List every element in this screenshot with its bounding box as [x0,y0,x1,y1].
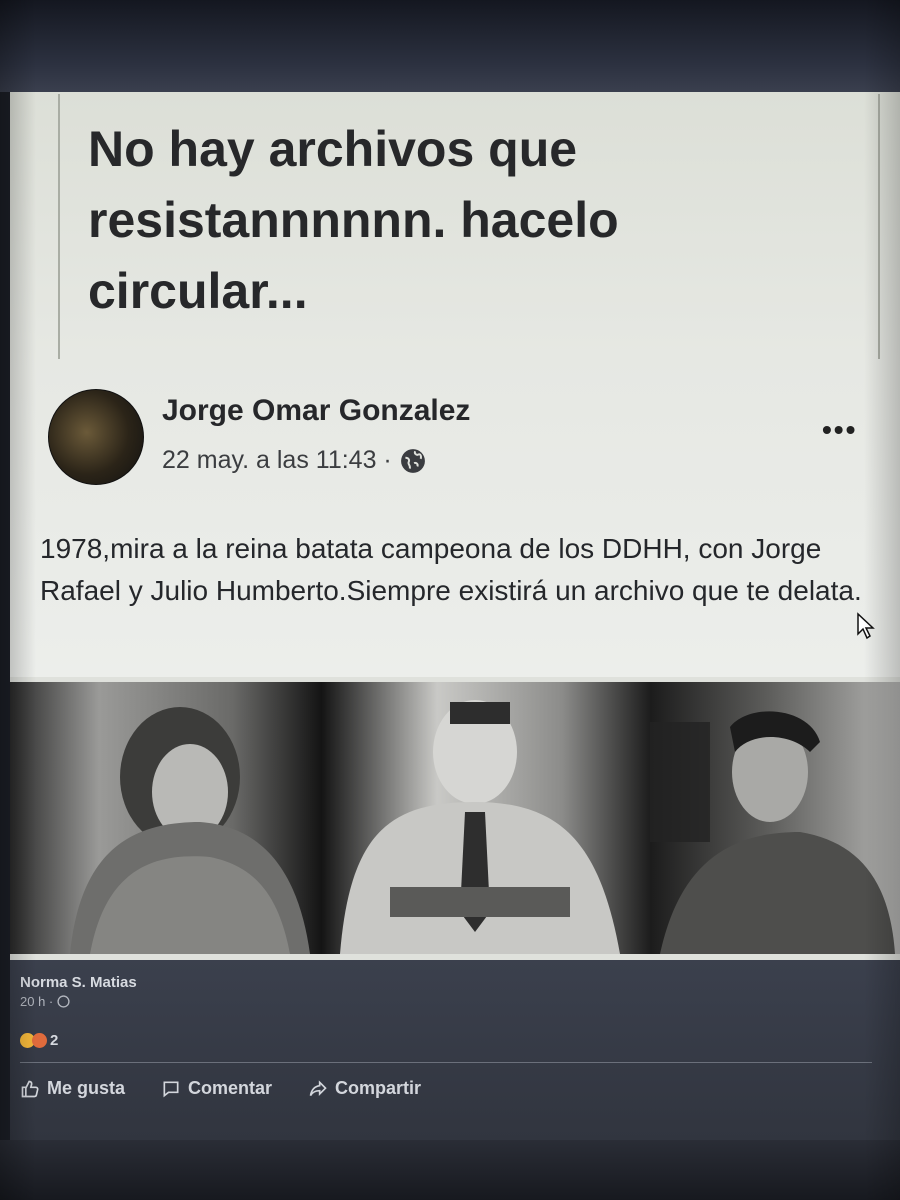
sharer-footer: Norma S. Matias 20 h · 2 Me gusta Coment… [10,960,900,1140]
post-text: 1978,mira a la reina batata campeona de … [40,533,862,606]
photo-scene [70,700,895,954]
like-label: Me gusta [47,1078,126,1098]
divider [20,1062,872,1063]
more-options-icon[interactable]: ••• [822,414,857,446]
monitor-top-bezel [0,0,900,92]
thumbs-up-icon [21,1080,39,1097]
facebook-post-screen: No hay archivos que resistannnnnn. hacel… [10,92,900,1140]
angry-reaction-icon [32,1033,47,1048]
post-timestamp[interactable]: 22 may. a las 11:43 · [162,446,392,475]
sharer-time[interactable]: 20 h · [20,994,53,1009]
monitor-bottom-bezel [0,1140,900,1200]
like-button[interactable]: Me gusta [20,1078,125,1099]
reaction-count: 2 [50,1032,59,1049]
comment-label: Comentar [188,1078,273,1098]
sharer-meta: 20 h · [20,994,70,1009]
shared-quote-text: No hay archivos que resistannnnnn. hacel… [88,121,619,319]
share-label: Compartir [335,1078,422,1098]
post-author-name[interactable]: Jorge Omar Gonzalez [162,394,470,428]
globe-icon [57,995,70,1008]
author-avatar[interactable] [48,389,144,485]
post-photo[interactable] [10,682,900,954]
quote-right-border [878,94,880,359]
action-bar: Me gusta Comentar Compartir [20,1078,880,1099]
comment-icon [163,1081,179,1097]
share-icon [309,1079,327,1096]
reaction-summary[interactable]: 2 [20,1032,58,1049]
mouse-cursor-icon [857,612,875,640]
comment-button[interactable]: Comentar [161,1078,272,1099]
globe-icon[interactable] [400,448,426,474]
shared-post-card: No hay archivos que resistannnnnn. hacel… [10,92,900,677]
quote-left-border [58,94,60,359]
sharer-name[interactable]: Norma S. Matias [20,974,137,991]
post-meta: 22 may. a las 11:43 · [162,446,426,475]
share-button[interactable]: Compartir [308,1078,421,1099]
